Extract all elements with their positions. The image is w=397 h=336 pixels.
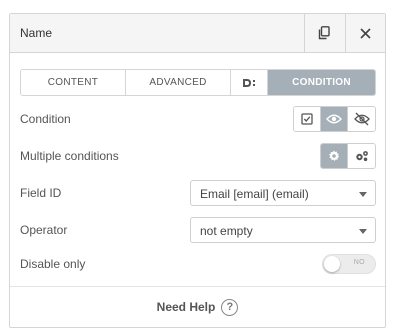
gears-icon [355,151,368,162]
duplicate-button[interactable] [304,14,344,52]
dynamic-tags-icon [243,78,255,87]
condition-label: Condition [20,112,71,126]
copy-icon [318,26,330,40]
disable-only-toggle[interactable]: NO [322,254,376,274]
field-id-select[interactable]: Email [email] (email) [190,180,376,206]
close-button[interactable] [345,14,385,52]
tab-condition[interactable]: CONDITION [268,70,375,95]
condition-show-button[interactable] [321,107,348,131]
chevron-down-icon [359,192,367,197]
operator-row: Operator not empty [20,217,376,243]
need-help-link[interactable]: Need Help [157,300,216,314]
settings-tabs: CONTENT ADVANCED CONDITION [20,69,376,96]
operator-select[interactable]: not empty [190,217,376,243]
operator-value: not empty [200,224,253,238]
disable-only-label: Disable only [20,257,86,271]
field-id-label: Field ID [20,186,62,200]
field-id-row: Field ID Email [email] (email) [20,180,376,206]
field-id-value: Email [email] (email) [200,187,309,201]
tab-content[interactable]: CONTENT [21,70,126,95]
multiple-conditions-button-group [320,143,376,169]
gear-icon [329,150,340,161]
condition-button-group [293,106,376,132]
multiple-conditions-button[interactable] [348,144,375,168]
operator-label: Operator [20,223,68,237]
disable-only-row: Disable only NO [20,251,376,277]
tab-advanced[interactable]: ADVANCED [126,70,231,95]
toggle-knob [324,256,340,272]
close-icon [360,27,371,39]
single-condition-button[interactable] [321,144,348,168]
panel-footer: Need Help ? [10,286,385,327]
multiple-conditions-label: Multiple conditions [20,149,119,163]
eye-icon [326,114,342,124]
question-icon[interactable]: ? [221,298,239,316]
condition-checkbox-button[interactable] [294,107,321,131]
multiple-conditions-row: Multiple conditions [20,143,376,169]
panel-title: Name [20,26,53,40]
condition-row: Condition [20,106,376,132]
condition-hide-button[interactable] [348,107,375,131]
toggle-state-label: NO [353,259,365,266]
eye-slash-icon [353,112,370,126]
panel-header: Name [10,14,385,53]
tab-dynamic[interactable] [231,70,268,95]
chevron-down-icon [359,229,367,234]
checkbox-icon [301,113,313,125]
element-settings-panel: Name CONTENT ADVANCED CONDITION Conditio… [9,13,386,328]
